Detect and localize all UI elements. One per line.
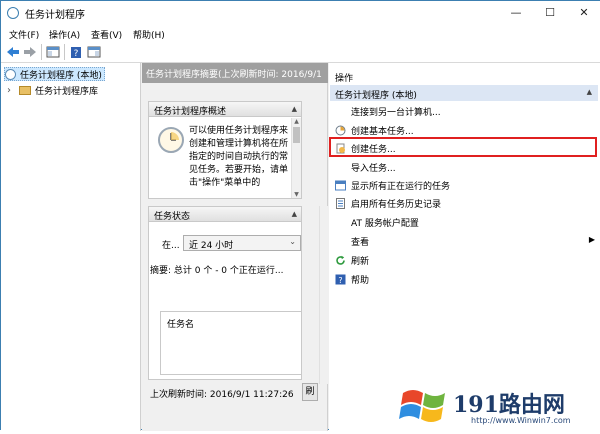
period-select-value: 近 24 小时 — [189, 241, 234, 251]
folder-icon — [19, 85, 31, 95]
last-refresh-time: 上次刷新时间: 2016/9/1 11:27:26 — [150, 390, 294, 400]
menu-action[interactable]: 操作(A) — [49, 28, 80, 41]
action-create-basic-task[interactable]: 创建基本任务... — [335, 122, 414, 138]
action-label: AT 服务帐户配置 — [351, 218, 419, 229]
basic-task-icon — [335, 125, 346, 136]
section-title: 任务计划程序概述 — [154, 107, 227, 117]
action-refresh[interactable]: 刷新 — [335, 252, 369, 268]
action-enable-history[interactable]: 启用所有任务历史记录 — [335, 195, 441, 211]
action-view[interactable]: 查看 ▶ — [335, 233, 595, 249]
blank-icon — [335, 236, 346, 247]
svg-text:?: ? — [74, 49, 79, 59]
action-label: 导入任务... — [351, 163, 396, 174]
action-label: 查看 — [351, 237, 370, 248]
tree-item-label: 任务计划程序 (本地) — [20, 70, 102, 81]
running-tasks-icon — [335, 180, 346, 191]
action-label: 显示所有正在运行的任务 — [351, 181, 451, 192]
minimize-button[interactable]: — — [499, 1, 533, 23]
clock-icon — [5, 68, 16, 80]
back-arrow-icon[interactable] — [6, 45, 20, 59]
window-title: 任务计划程序 — [25, 10, 85, 21]
show-hide-tree-icon[interactable] — [46, 45, 60, 59]
help-icon: ? — [335, 274, 346, 285]
refresh-icon — [335, 255, 346, 266]
help-book-icon[interactable]: ? — [69, 45, 83, 59]
action-label: 连接到另一台计算机... — [351, 107, 441, 118]
collapse-up-icon[interactable]: ▲ — [587, 88, 592, 96]
period-select[interactable]: 近 24 小时 ⌄ — [183, 235, 301, 251]
tree-item-label: 任务计划程序库 — [35, 86, 99, 97]
scroll-up-arrow-icon[interactable]: ▲ — [292, 118, 301, 125]
app-window: 任务计划程序 — ☐ ✕ 文件(F) 操作(A) 查看(V) 帮助(H) ? 任… — [0, 0, 600, 431]
toolbar-separator — [64, 44, 65, 60]
overview-section-header[interactable]: 任务计划程序概述 ▲ — [148, 101, 302, 117]
overview-description: 可以使用任务计划程序来创建和管理计算机将在所指定的时间自动执行的常见任务。若要开… — [189, 126, 289, 188]
chevron-down-icon[interactable]: ⌄ — [289, 237, 296, 246]
menu-help[interactable]: 帮助(H) — [133, 28, 165, 41]
watermark-brand: 191路由网 — [453, 392, 565, 418]
blank-icon — [335, 106, 346, 117]
action-import-task[interactable]: 导入任务... — [335, 159, 396, 175]
action-label: 刷新 — [351, 256, 370, 267]
actions-pane-title: 操作 — [335, 74, 354, 84]
menu-file[interactable]: 文件(F) — [9, 28, 39, 41]
watermark-url: http://www.Winwin7.com — [471, 416, 571, 425]
section-title: 任务状态 — [154, 212, 191, 222]
overview-scrollbar[interactable]: ▲ ▼ — [291, 118, 301, 198]
menu-view[interactable]: 查看(V) — [91, 28, 122, 41]
tree-item-task-library[interactable]: › 任务计划程序库 — [7, 83, 98, 97]
summary-scrollbar[interactable] — [319, 206, 329, 384]
action-connect-computer[interactable]: 连接到另一台计算机... — [335, 103, 441, 119]
action-show-running-tasks[interactable]: 显示所有正在运行的任务 — [335, 177, 450, 193]
collapse-up-icon[interactable]: ▲ — [292, 105, 297, 113]
submenu-arrow-icon: ▶ — [588, 235, 595, 244]
tree-item-task-scheduler-local[interactable]: 任务计划程序 (本地) — [4, 67, 105, 81]
expand-chevron-icon[interactable]: › — [7, 85, 15, 96]
scroll-thumb[interactable] — [293, 127, 300, 143]
blank-icon — [335, 217, 346, 228]
action-label: 启用所有任务历史记录 — [351, 199, 442, 210]
status-section-header[interactable]: 任务状态 ▲ — [148, 206, 302, 222]
action-help[interactable]: ? 帮助 — [335, 271, 369, 287]
actions-group-title: 任务计划程序 (本地) — [335, 91, 417, 101]
status-summary: 摘要: 总计 0 个 - 0 个正在运行... — [150, 266, 284, 276]
refresh-button[interactable]: 刷 — [302, 383, 318, 401]
period-label: 在... — [162, 241, 180, 251]
forward-arrow-icon[interactable] — [23, 45, 37, 59]
clock-app-icon — [7, 7, 19, 19]
history-icon — [335, 197, 346, 209]
scroll-down-arrow-icon[interactable]: ▼ — [292, 191, 301, 198]
actions-group-header[interactable]: 任务计划程序 (本地) ▲ — [330, 85, 598, 101]
toolbar-separator — [41, 44, 42, 60]
summary-header: 任务计划程序摘要(上次刷新时间: 2016/9/1 — [142, 63, 328, 83]
action-label: 创建基本任务... — [351, 126, 414, 137]
task-name-column-header[interactable]: 任务名 — [167, 317, 194, 330]
action-at-service-config[interactable]: AT 服务帐户配置 — [335, 214, 419, 230]
action-label: 帮助 — [351, 275, 370, 286]
blank-icon — [335, 162, 346, 173]
collapse-up-icon[interactable]: ▲ — [292, 210, 297, 218]
windows-flag-icon — [399, 390, 445, 422]
clock-illustration-icon — [158, 127, 184, 153]
svg-text:?: ? — [338, 276, 342, 285]
create-task-highlight-box — [329, 137, 597, 157]
close-button[interactable]: ✕ — [567, 1, 600, 23]
maximize-button[interactable]: ☐ — [533, 1, 567, 23]
navigation-tree-pane — [1, 63, 141, 431]
show-action-pane-icon[interactable] — [87, 45, 101, 59]
